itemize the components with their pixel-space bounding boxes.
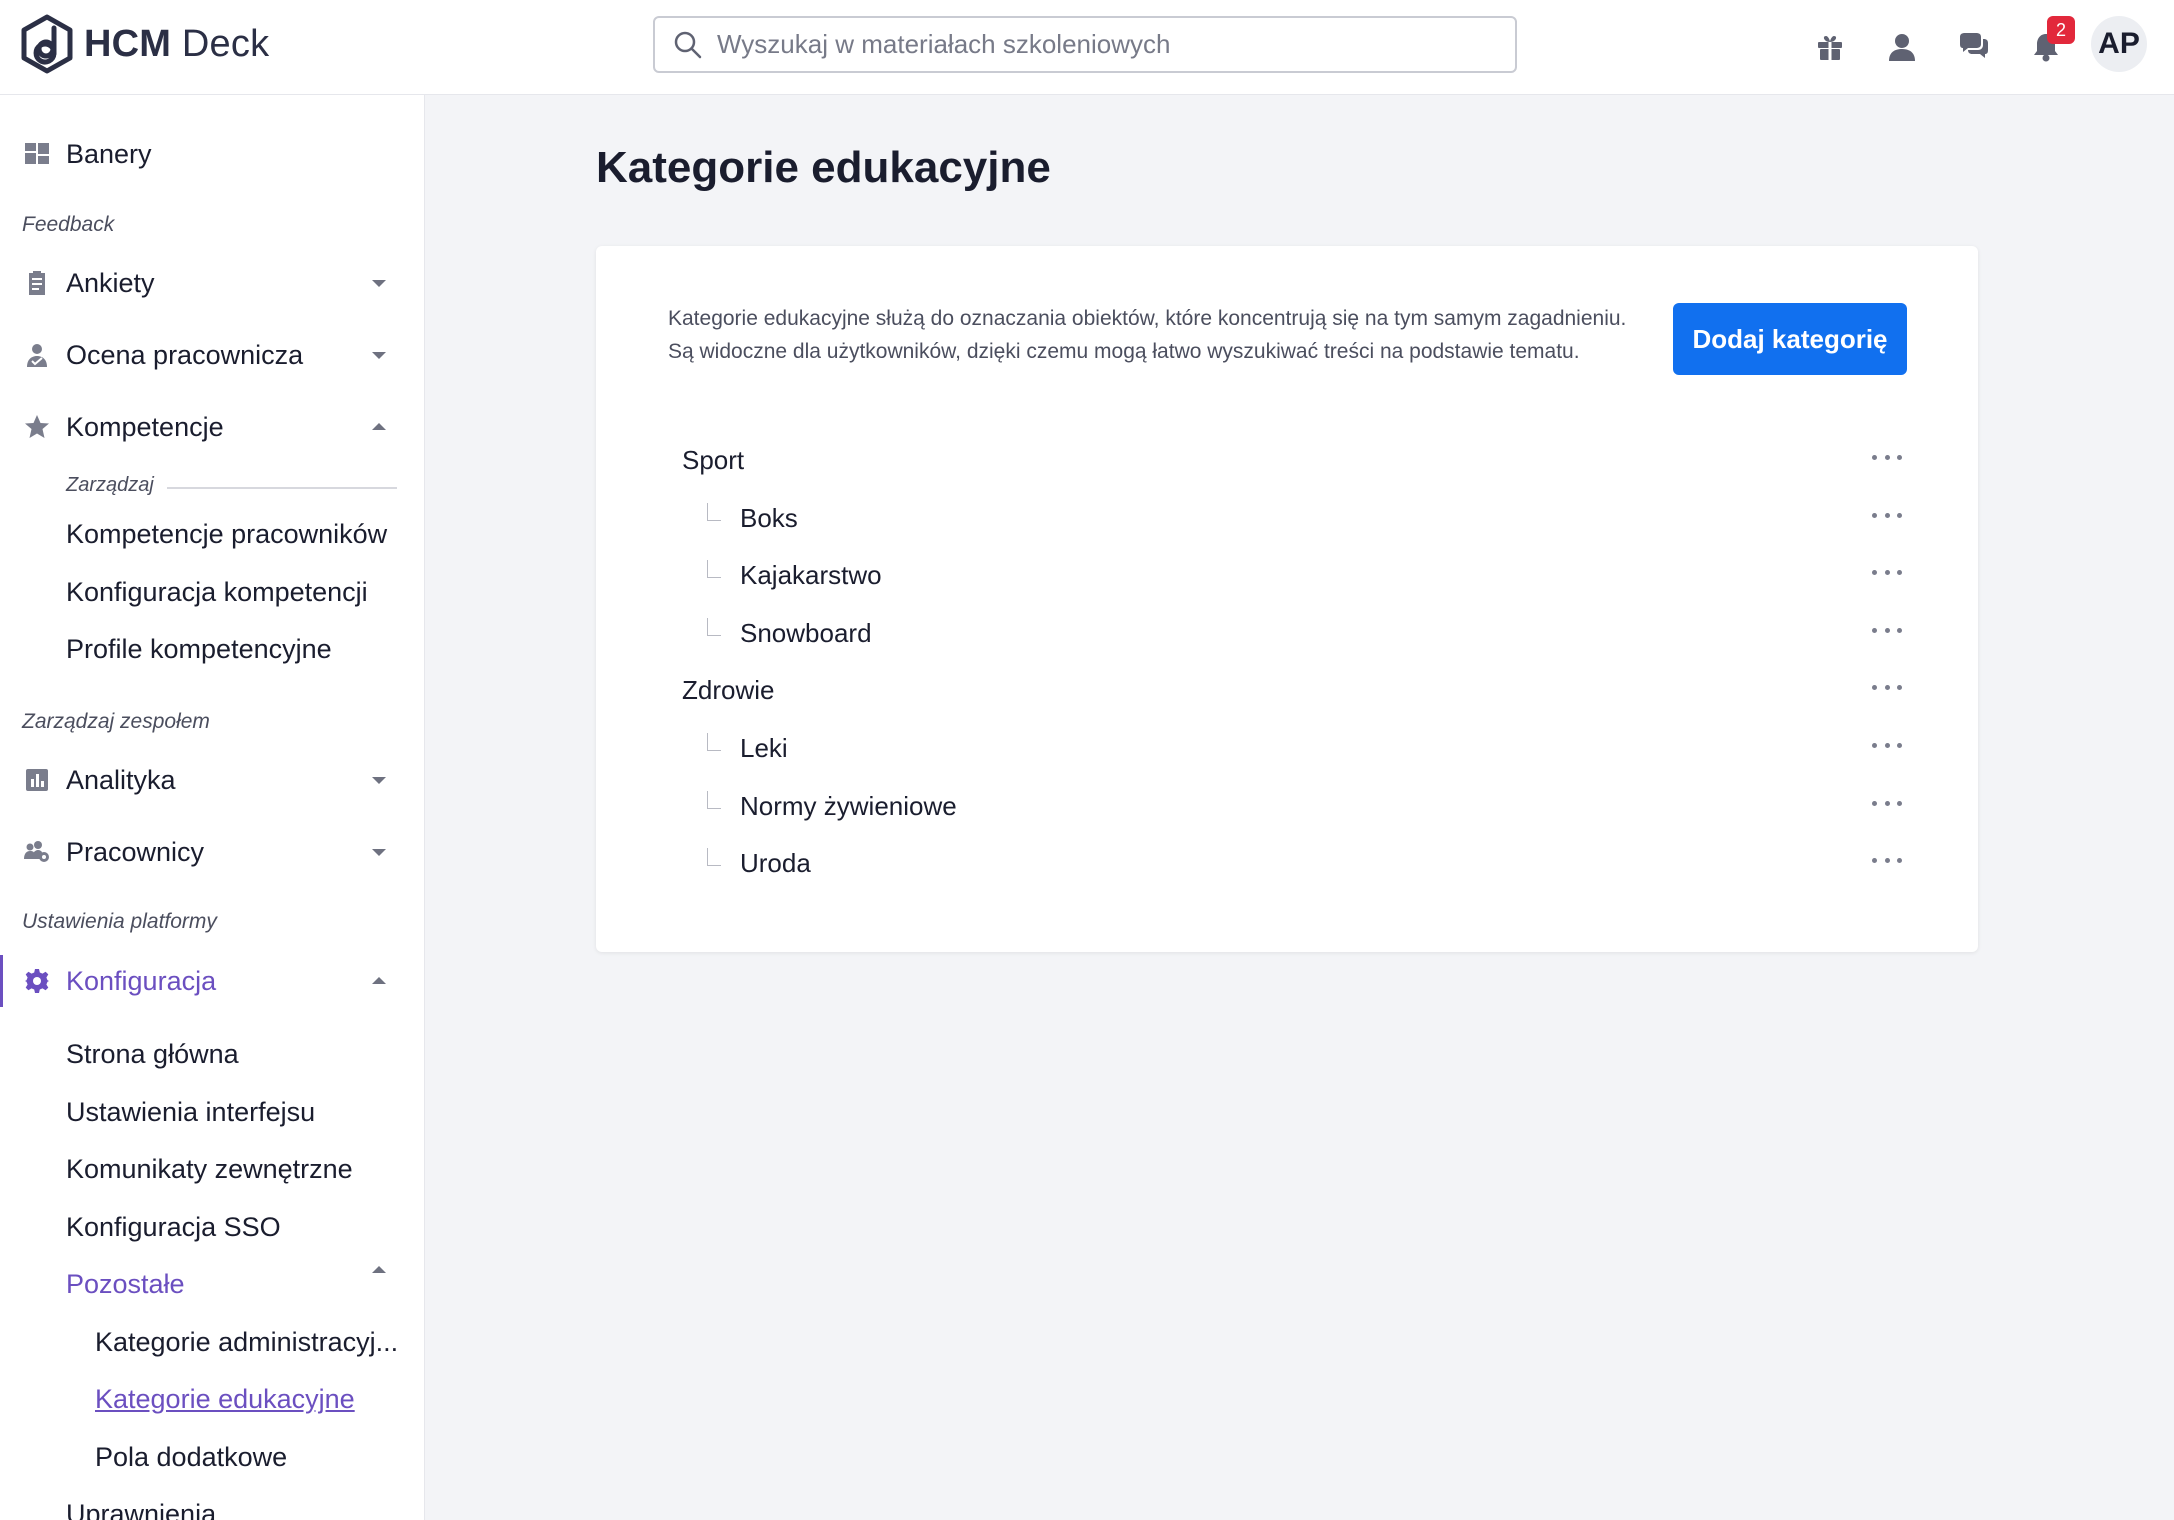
chevron-down-icon: [372, 352, 386, 359]
category-name: Snowboard: [740, 618, 872, 648]
tree-branch-icon: [707, 848, 721, 866]
more-options-icon[interactable]: [1872, 505, 1902, 525]
sidebar-item-komunikaty[interactable]: Komunikaty zewnętrzne: [66, 1154, 353, 1185]
category-name: Zdrowie: [682, 675, 775, 705]
more-options-icon[interactable]: [1872, 735, 1902, 755]
more-options-icon[interactable]: [1872, 850, 1902, 870]
sidebar-item-label: Pracownicy: [66, 836, 205, 867]
tree-branch-icon: [707, 791, 721, 809]
category-row[interactable]: Sport: [682, 437, 1902, 487]
sidebar-item-label: Banery: [66, 138, 152, 169]
category-row[interactable]: Normy żywieniowe: [682, 783, 1902, 833]
category-row[interactable]: Kajakarstwo: [682, 552, 1902, 602]
gear-icon: [22, 966, 52, 996]
user-review-icon: [22, 340, 52, 370]
category-row[interactable]: Leki: [682, 725, 1902, 775]
sidebar-item-label: Analityka: [66, 764, 176, 795]
description-line: Kategorie edukacyjne służą do oznaczania…: [668, 307, 1627, 330]
more-options-icon[interactable]: [1872, 793, 1902, 813]
sidebar-item-label: Konfiguracja: [66, 965, 217, 996]
top-bar: HCM Deck 2 AP: [0, 0, 2174, 95]
chevron-up-icon: [372, 977, 386, 984]
search-icon: [674, 31, 702, 58]
zarzadzaj-label: Zarządzaj: [66, 474, 154, 496]
sidebar-item-ocena[interactable]: Ocena pracownicza: [0, 327, 424, 383]
sidebar-item-kategorie-edukacyjne[interactable]: Kategorie edukacyjne: [95, 1384, 355, 1415]
chevron-down-icon: [372, 777, 386, 784]
sidebar-item-pozostale[interactable]: Pozostałe: [66, 1269, 185, 1300]
page-title: Kategorie edukacyjne: [596, 143, 1051, 192]
sidebar-item-label: Kompetencje: [66, 411, 224, 442]
more-options-icon[interactable]: [1872, 447, 1902, 467]
sidebar-item-kompetencje-pracownikow[interactable]: Kompetencje pracowników: [66, 519, 387, 550]
user-avatar[interactable]: AP: [2091, 16, 2147, 72]
hcm-logo-icon: [21, 14, 73, 74]
chat-icon[interactable]: [1954, 27, 1994, 67]
sidebar-item-pola-dodatkowe[interactable]: Pola dodatkowe: [95, 1442, 287, 1473]
chevron-up-icon[interactable]: [370, 1261, 388, 1279]
sidebar-item-ankiety[interactable]: Ankiety: [0, 255, 424, 311]
clipboard-icon: [22, 268, 52, 298]
chevron-up-icon: [372, 423, 386, 430]
category-name: Boks: [740, 503, 798, 533]
sidebar-item-kategorie-administracyjne[interactable]: Kategorie administracyj...: [95, 1327, 398, 1358]
sidebar-item-pracownicy[interactable]: Pracownicy: [0, 824, 424, 880]
tree-branch-icon: [707, 560, 721, 578]
search-input[interactable]: [717, 29, 1497, 60]
sidebar-item-ustawienia-interfejsu[interactable]: Ustawienia interfejsu: [66, 1097, 315, 1128]
user-icon[interactable]: [1882, 27, 1922, 67]
category-row[interactable]: Boks: [682, 495, 1902, 545]
star-icon: [22, 412, 52, 442]
description: Kategorie edukacyjne służą do oznaczania…: [668, 302, 1648, 368]
sidebar-item-analityka[interactable]: Analityka: [0, 752, 424, 808]
gift-icon[interactable]: [1810, 27, 1850, 67]
tree-branch-icon: [707, 618, 721, 636]
sidebar-item-label: Ocena pracownicza: [66, 339, 304, 370]
dashboard-icon: [22, 139, 52, 169]
tree-branch-icon: [707, 503, 721, 521]
category-name: Sport: [682, 445, 745, 475]
logo-text: HCM Deck: [84, 22, 270, 65]
tree-branch-icon: [707, 733, 721, 751]
search-box[interactable]: [653, 16, 1517, 73]
add-category-button[interactable]: Dodaj kategorię: [1673, 303, 1907, 375]
sidebar-item-profile-kompetencyjne[interactable]: Profile kompetencyjne: [66, 634, 332, 665]
sidebar-item-uprawnienia[interactable]: Uprawnienia: [66, 1499, 216, 1520]
more-options-icon[interactable]: [1872, 562, 1902, 582]
category-name: Normy żywieniowe: [740, 791, 957, 821]
category-name: Uroda: [740, 848, 811, 878]
divider: [167, 487, 397, 489]
section-zespol: Zarządzaj zespołem: [22, 710, 210, 733]
more-options-icon[interactable]: [1872, 677, 1902, 697]
notification-badge: 2: [2047, 16, 2075, 44]
more-options-icon[interactable]: [1872, 620, 1902, 640]
category-name: Leki: [740, 733, 788, 763]
category-row[interactable]: Uroda: [682, 840, 1902, 890]
chart-icon: [22, 765, 52, 795]
sidebar-item-kompetencje[interactable]: Kompetencje: [0, 399, 424, 455]
categories-card: Kategorie edukacyjne służą do oznaczania…: [596, 246, 1978, 952]
sidebar-item-label: Ankiety: [66, 267, 155, 298]
category-name: Kajakarstwo: [740, 560, 882, 590]
category-row[interactable]: Snowboard: [682, 610, 1902, 660]
sidebar: Banery Feedback Ankiety Ocena pracownicz…: [0, 95, 425, 1520]
section-platforma: Ustawienia platformy: [22, 910, 217, 933]
sidebar-item-banery[interactable]: Banery: [0, 126, 424, 182]
chevron-down-icon: [372, 849, 386, 856]
section-feedback: Feedback: [22, 213, 115, 236]
chevron-down-icon: [372, 280, 386, 287]
users-cog-icon: [22, 837, 52, 867]
sidebar-item-konfiguracja-kompetencji[interactable]: Konfiguracja kompetencji: [66, 577, 368, 608]
sidebar-item-strona-glowna[interactable]: Strona główna: [66, 1039, 239, 1070]
sidebar-item-konfiguracja[interactable]: Konfiguracja: [0, 953, 424, 1009]
app-logo[interactable]: HCM Deck: [20, 14, 269, 74]
category-row[interactable]: Zdrowie: [682, 667, 1902, 717]
sidebar-item-sso[interactable]: Konfiguracja SSO: [66, 1212, 281, 1243]
description-line: Są widoczne dla użytkowników, dzięki cze…: [668, 340, 1580, 363]
